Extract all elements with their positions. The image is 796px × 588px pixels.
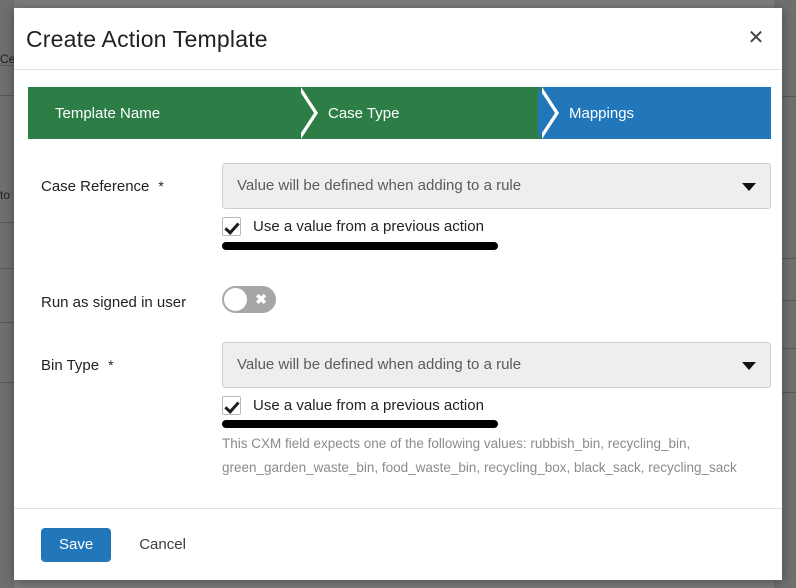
page-title: Create Action Template — [26, 26, 268, 52]
close-icon: ✖ — [255, 291, 267, 307]
run-as-signed-in-user-label: Run as signed in user — [41, 294, 186, 311]
modal-header: Create Action Template ✕ — [14, 8, 782, 70]
create-action-template-modal: Create Action Template ✕ Template Name C… — [14, 8, 782, 580]
checkbox-checked-icon — [222, 217, 241, 236]
bin-type-select-value: Value will be defined when adding to a r… — [237, 356, 522, 373]
case-reference-label-text: Case Reference — [41, 178, 150, 195]
step-label: Template Name — [55, 104, 161, 122]
bin-type-previous-action-checkbox[interactable]: Use a value from a previous action — [222, 396, 484, 415]
background-rule — [0, 222, 14, 223]
checkbox-checked-icon — [222, 396, 241, 415]
cancel-button[interactable]: Cancel — [133, 535, 192, 554]
toggle-knob — [224, 288, 247, 311]
background-rule — [0, 95, 14, 96]
background-rule — [0, 322, 14, 323]
background-page-left-edge: Ce to — [0, 0, 15, 588]
bin-type-label: Bin Type * — [41, 357, 114, 374]
bin-type-helper-text: This CXM field expects one of the follow… — [222, 436, 737, 475]
case-reference-label: Case Reference * — [41, 178, 164, 195]
step-mappings[interactable]: Mappings — [542, 87, 771, 139]
step-template-name[interactable]: Template Name — [28, 87, 318, 139]
case-reference-previous-action-checkbox[interactable]: Use a value from a previous action — [222, 217, 484, 236]
background-rule — [0, 65, 14, 66]
modal-footer: Save Cancel — [14, 508, 782, 580]
step-case-type[interactable]: Case Type — [301, 87, 559, 139]
close-icon[interactable]: ✕ — [742, 24, 770, 52]
case-reference-select-value: Value will be defined when adding to a r… — [237, 177, 522, 194]
run-as-signed-in-user-label-text: Run as signed in user — [41, 294, 187, 311]
required-marker: * — [108, 357, 114, 373]
case-reference-redacted-value[interactable] — [222, 242, 498, 250]
background-rule — [0, 268, 14, 269]
checkbox-label: Use a value from a previous action — [253, 397, 484, 414]
required-marker: * — [158, 178, 164, 194]
wizard-stepper: Template Name Case Type Mappings — [28, 87, 771, 139]
background-rule — [0, 382, 14, 383]
bin-type-redacted-value[interactable] — [222, 420, 498, 428]
background-text-fragment-mid: to — [0, 188, 11, 202]
checkbox-label: Use a value from a previous action — [253, 218, 484, 235]
modal-body: Template Name Case Type Mappings Case Re… — [14, 70, 782, 508]
case-reference-select[interactable]: Value will be defined when adding to a r… — [222, 163, 771, 209]
bin-type-select[interactable]: Value will be defined when adding to a r… — [222, 342, 771, 388]
save-button[interactable]: Save — [41, 527, 112, 562]
chevron-down-icon — [742, 183, 756, 191]
bin-type-label-text: Bin Type — [41, 357, 100, 374]
run-as-signed-in-user-toggle[interactable]: ✖ — [222, 286, 276, 313]
chevron-down-icon — [742, 362, 756, 370]
